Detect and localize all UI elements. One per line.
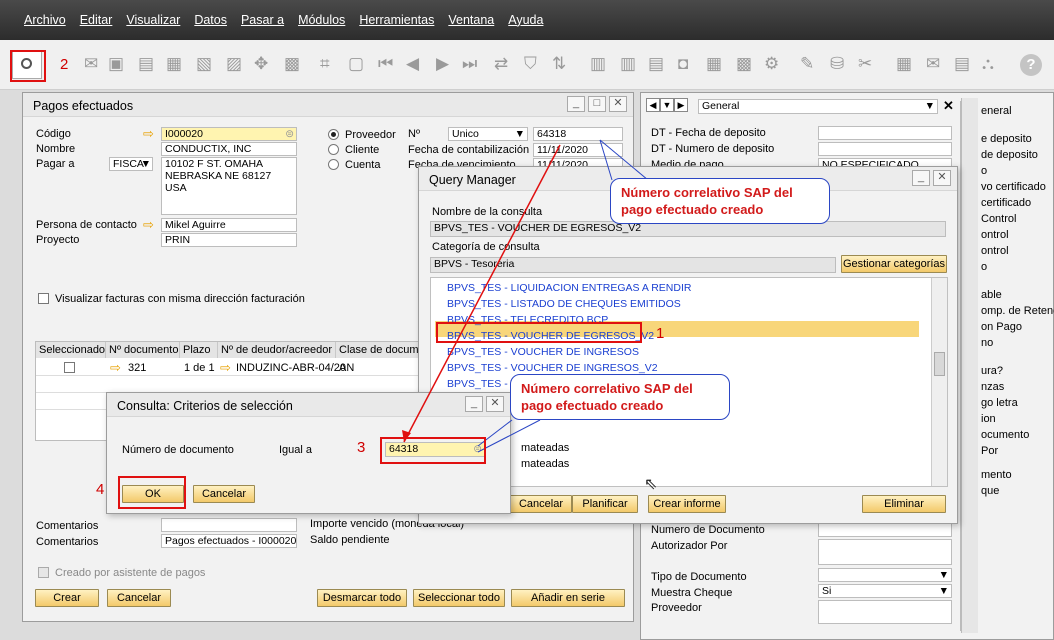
mouse-cursor-icon: ⇖ bbox=[644, 476, 658, 493]
annotation-number-3: 3 bbox=[357, 439, 366, 456]
callout-numero-correlativo: Número correlativo SAP del pago efectuad… bbox=[510, 374, 730, 420]
annotation-number-1: 1 bbox=[656, 325, 665, 342]
annotation-number-4: 4 bbox=[96, 481, 105, 498]
annotation-box-1 bbox=[436, 322, 642, 343]
annotation-box-4 bbox=[118, 476, 186, 509]
annotation-arrows bbox=[402, 139, 649, 453]
callout-numero-correlativo: Número correlativo SAP del pago efectuad… bbox=[610, 178, 830, 224]
annotation-box-3 bbox=[380, 437, 486, 464]
